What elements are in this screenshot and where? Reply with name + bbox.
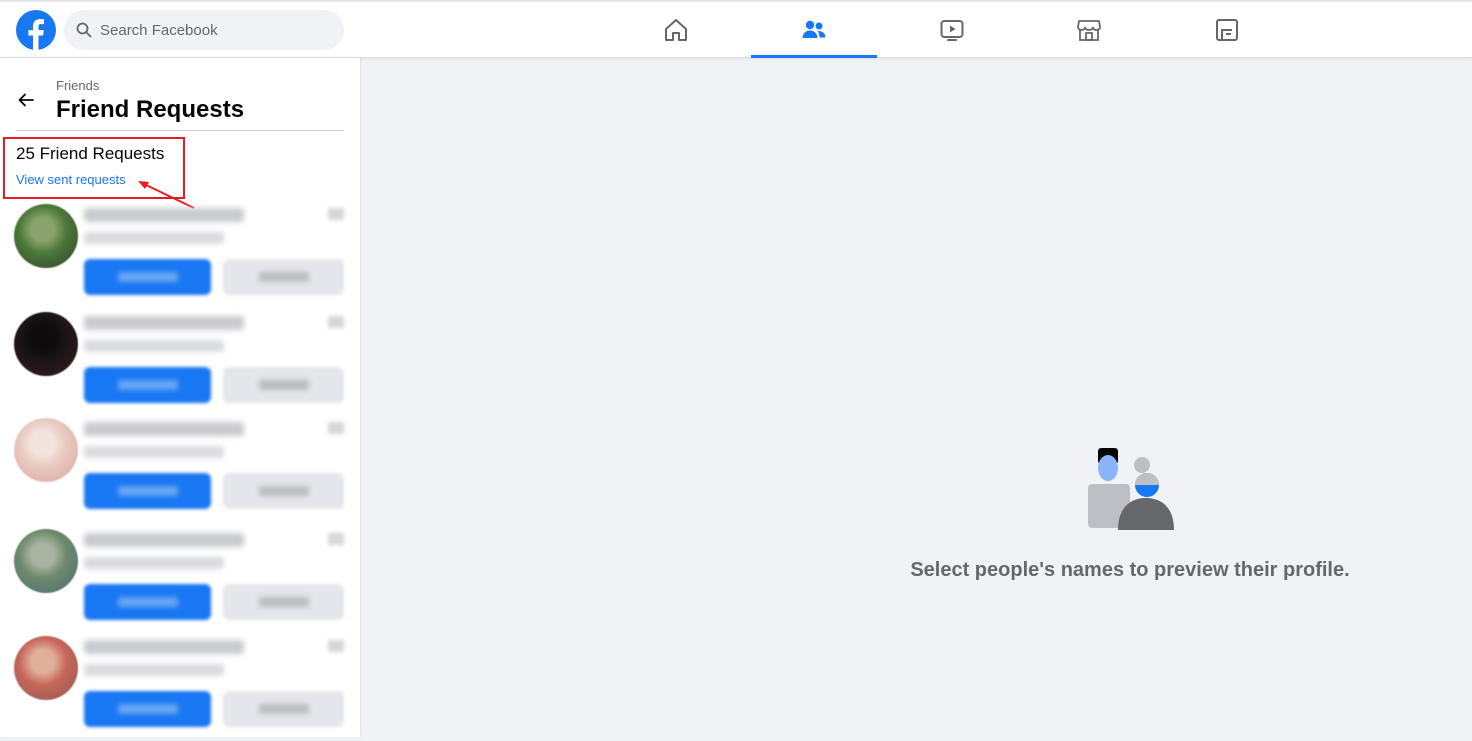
tab-watch[interactable] — [889, 2, 1015, 58]
gaming-icon — [1216, 19, 1238, 41]
friend-requests-sidebar: Friends Friend Requests 25 Friend Reques… — [0, 58, 360, 737]
avatar[interactable] — [14, 529, 78, 593]
view-sent-requests-link[interactable]: View sent requests — [16, 172, 126, 187]
confirm-button[interactable] — [84, 584, 211, 620]
friend-request-count: 25 Friend Requests — [16, 144, 165, 163]
requester-name-blurred[interactable] — [84, 316, 244, 330]
request-time-blurred — [328, 208, 344, 220]
delete-button[interactable] — [223, 473, 344, 509]
request-time-blurred — [328, 316, 344, 328]
confirm-button[interactable] — [84, 367, 211, 403]
search-bar[interactable] — [64, 10, 344, 50]
back-button[interactable] — [10, 84, 42, 116]
avatar[interactable] — [14, 204, 78, 268]
watch-icon — [940, 20, 964, 41]
divider — [16, 130, 344, 131]
friend-request-item[interactable] — [0, 636, 360, 741]
requester-name-blurred[interactable] — [84, 422, 244, 436]
mutual-friends-blurred — [84, 557, 224, 569]
people-illustration-icon — [1088, 448, 1174, 530]
requester-name-blurred[interactable] — [84, 533, 244, 547]
tab-home[interactable] — [613, 2, 739, 58]
friend-request-item[interactable] — [0, 312, 360, 417]
friend-request-item[interactable] — [0, 529, 360, 634]
search-input[interactable] — [100, 21, 320, 39]
top-navigation-bar — [0, 0, 1472, 58]
tab-friends[interactable] — [751, 2, 877, 58]
requester-name-blurred[interactable] — [84, 208, 244, 222]
request-time-blurred — [328, 422, 344, 434]
delete-button[interactable] — [223, 259, 344, 295]
delete-button[interactable] — [223, 584, 344, 620]
mutual-friends-blurred — [84, 664, 224, 676]
confirm-button[interactable] — [84, 473, 211, 509]
search-icon — [76, 22, 92, 38]
avatar[interactable] — [14, 418, 78, 482]
confirm-button[interactable] — [84, 691, 211, 727]
avatar[interactable] — [14, 312, 78, 376]
mutual-friends-blurred — [84, 446, 224, 458]
confirm-button[interactable] — [84, 259, 211, 295]
empty-state-message: Select people's names to preview their p… — [910, 559, 1350, 581]
avatar[interactable] — [14, 636, 78, 700]
tab-gaming[interactable] — [1164, 2, 1290, 58]
breadcrumb[interactable]: Friends — [56, 78, 99, 93]
friend-request-item[interactable] — [0, 418, 360, 523]
friend-request-item[interactable] — [0, 204, 360, 309]
mutual-friends-blurred — [84, 232, 224, 244]
facebook-logo-icon[interactable] — [16, 10, 56, 50]
friends-icon — [802, 20, 826, 38]
tab-marketplace[interactable] — [1026, 2, 1152, 58]
requester-name-blurred[interactable] — [84, 640, 244, 654]
mutual-friends-blurred — [84, 340, 224, 352]
page-title: Friend Requests — [56, 96, 245, 123]
request-time-blurred — [328, 533, 344, 545]
arrow-left-icon — [18, 93, 34, 107]
request-time-blurred — [328, 640, 344, 652]
marketplace-icon — [1077, 20, 1101, 41]
delete-button[interactable] — [223, 367, 344, 403]
home-icon — [665, 19, 687, 41]
delete-button[interactable] — [223, 691, 344, 727]
